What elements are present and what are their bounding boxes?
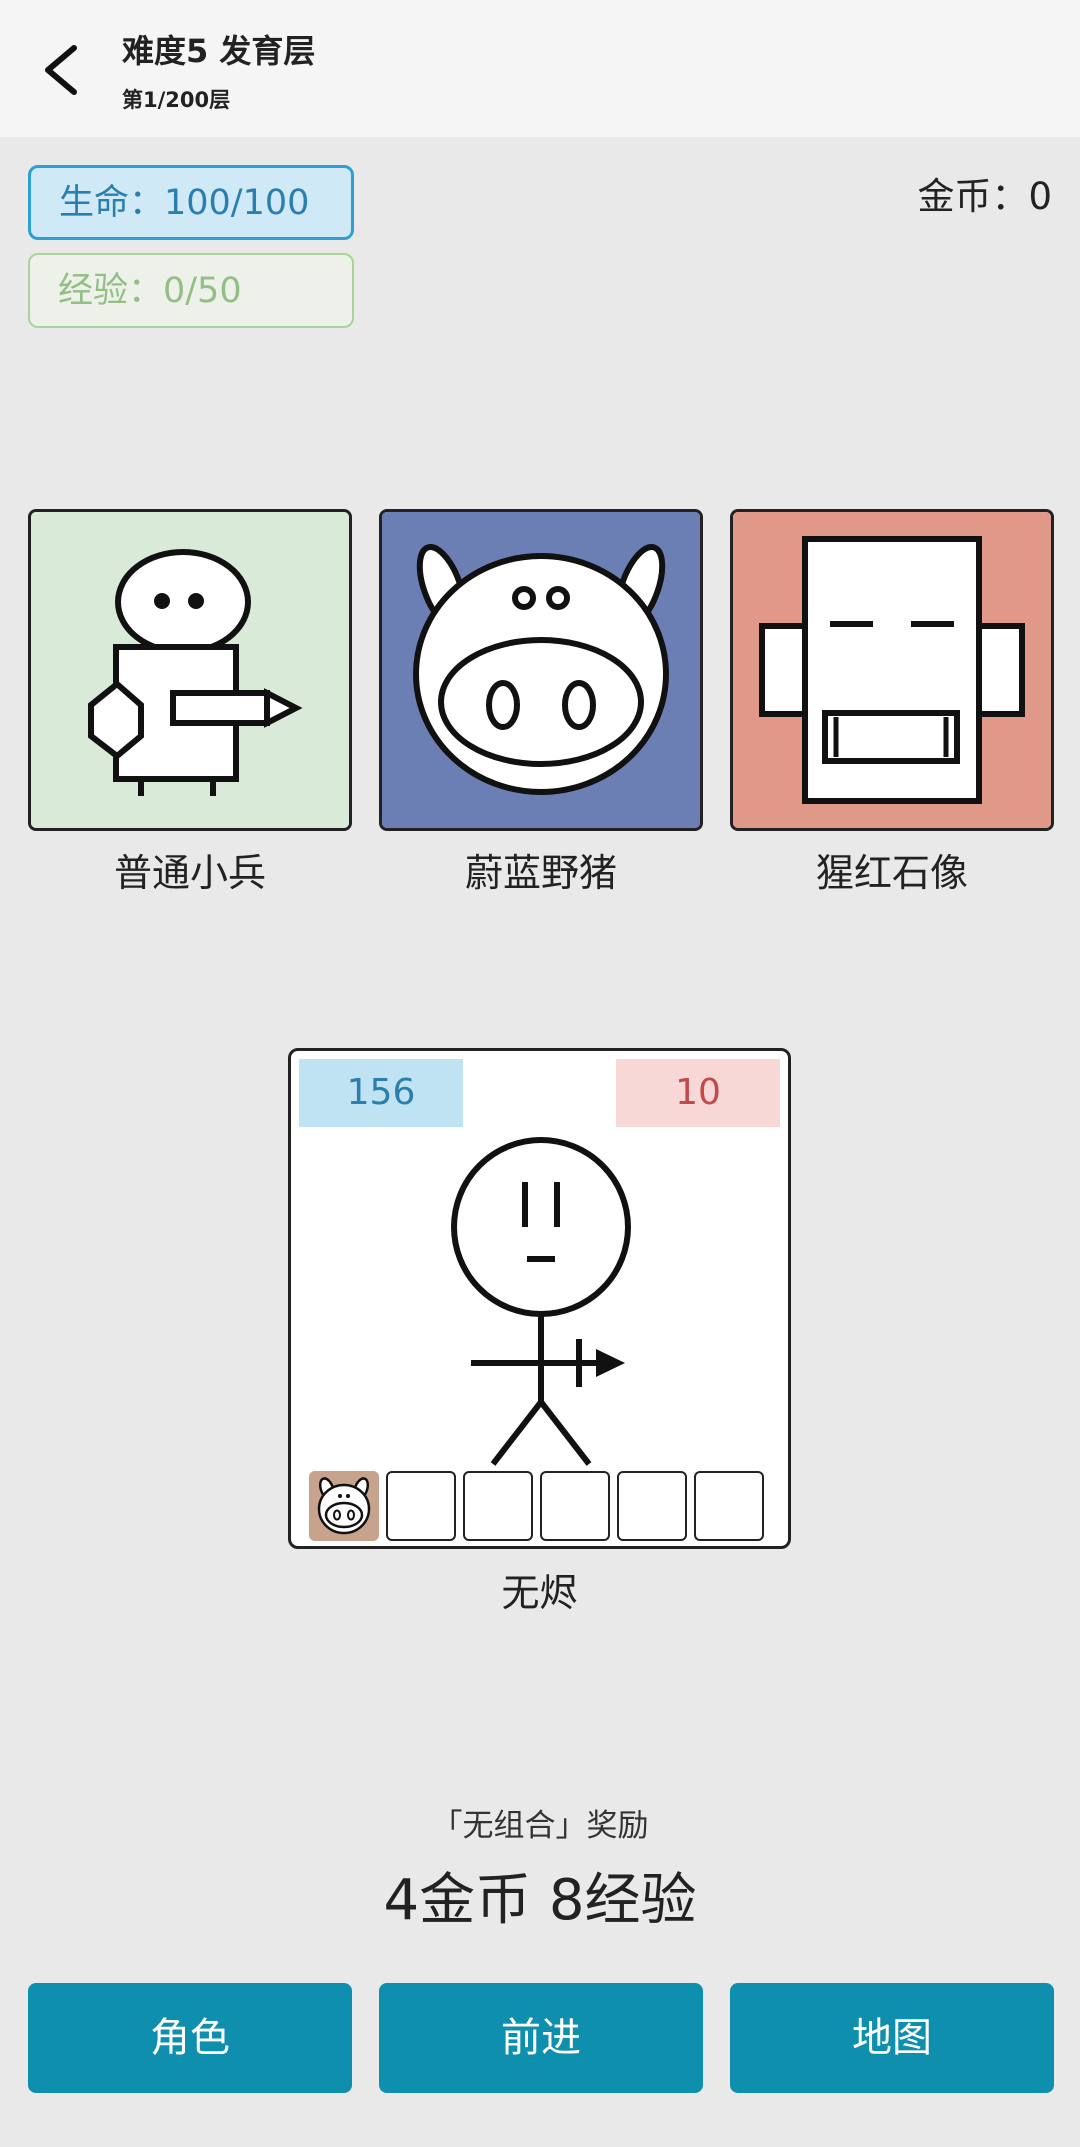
forward-button[interactable]: 前进 [379,1983,703,2093]
item-slot-empty[interactable] [694,1471,764,1541]
item-slot-empty[interactable] [463,1471,533,1541]
role-button[interactable]: 角色 [28,1983,352,2093]
hero-name: 无烬 [501,1571,578,1615]
item-slot-pig[interactable] [309,1471,379,1541]
pig-icon [317,1477,371,1535]
stick-figure-icon [451,1137,631,1466]
app-header: 难度5 发育层 第1/200层 [0,0,1080,137]
hp-badge: 生命：100/100 [28,165,354,240]
reward-label: 「无组合」奖励 [431,1808,649,1844]
item-slot-empty[interactable] [386,1471,456,1541]
enemy-name: 普通小兵 [113,851,266,895]
xp-badge: 经验：0/50 [28,253,354,328]
gold-counter: 金币：0 [917,175,1052,218]
item-slot-empty[interactable] [540,1471,610,1541]
page-title: 难度5 发育层 [122,32,316,70]
enemy-name: 猩红石像 [815,851,968,895]
soldier-icon [31,512,349,828]
hero-attack-value: 156 [299,1059,463,1127]
enemy-card-boar[interactable] [379,509,703,831]
map-button[interactable]: 地图 [730,1983,1054,2093]
statue-icon [733,512,1051,828]
enemy-name: 蔚蓝野猪 [464,851,617,895]
back-arrow-icon[interactable] [30,30,100,110]
boar-icon [382,512,700,828]
item-slot-empty[interactable] [617,1471,687,1541]
floor-indicator: 第1/200层 [122,88,231,112]
enemy-card-statue[interactable] [730,509,1054,831]
reward-value: 4金币 8经验 [383,1868,697,1933]
hero-defense-value: 10 [616,1059,780,1127]
hero-card[interactable]: 156 10 [288,1048,791,1549]
enemy-card-soldier[interactable] [28,509,352,831]
